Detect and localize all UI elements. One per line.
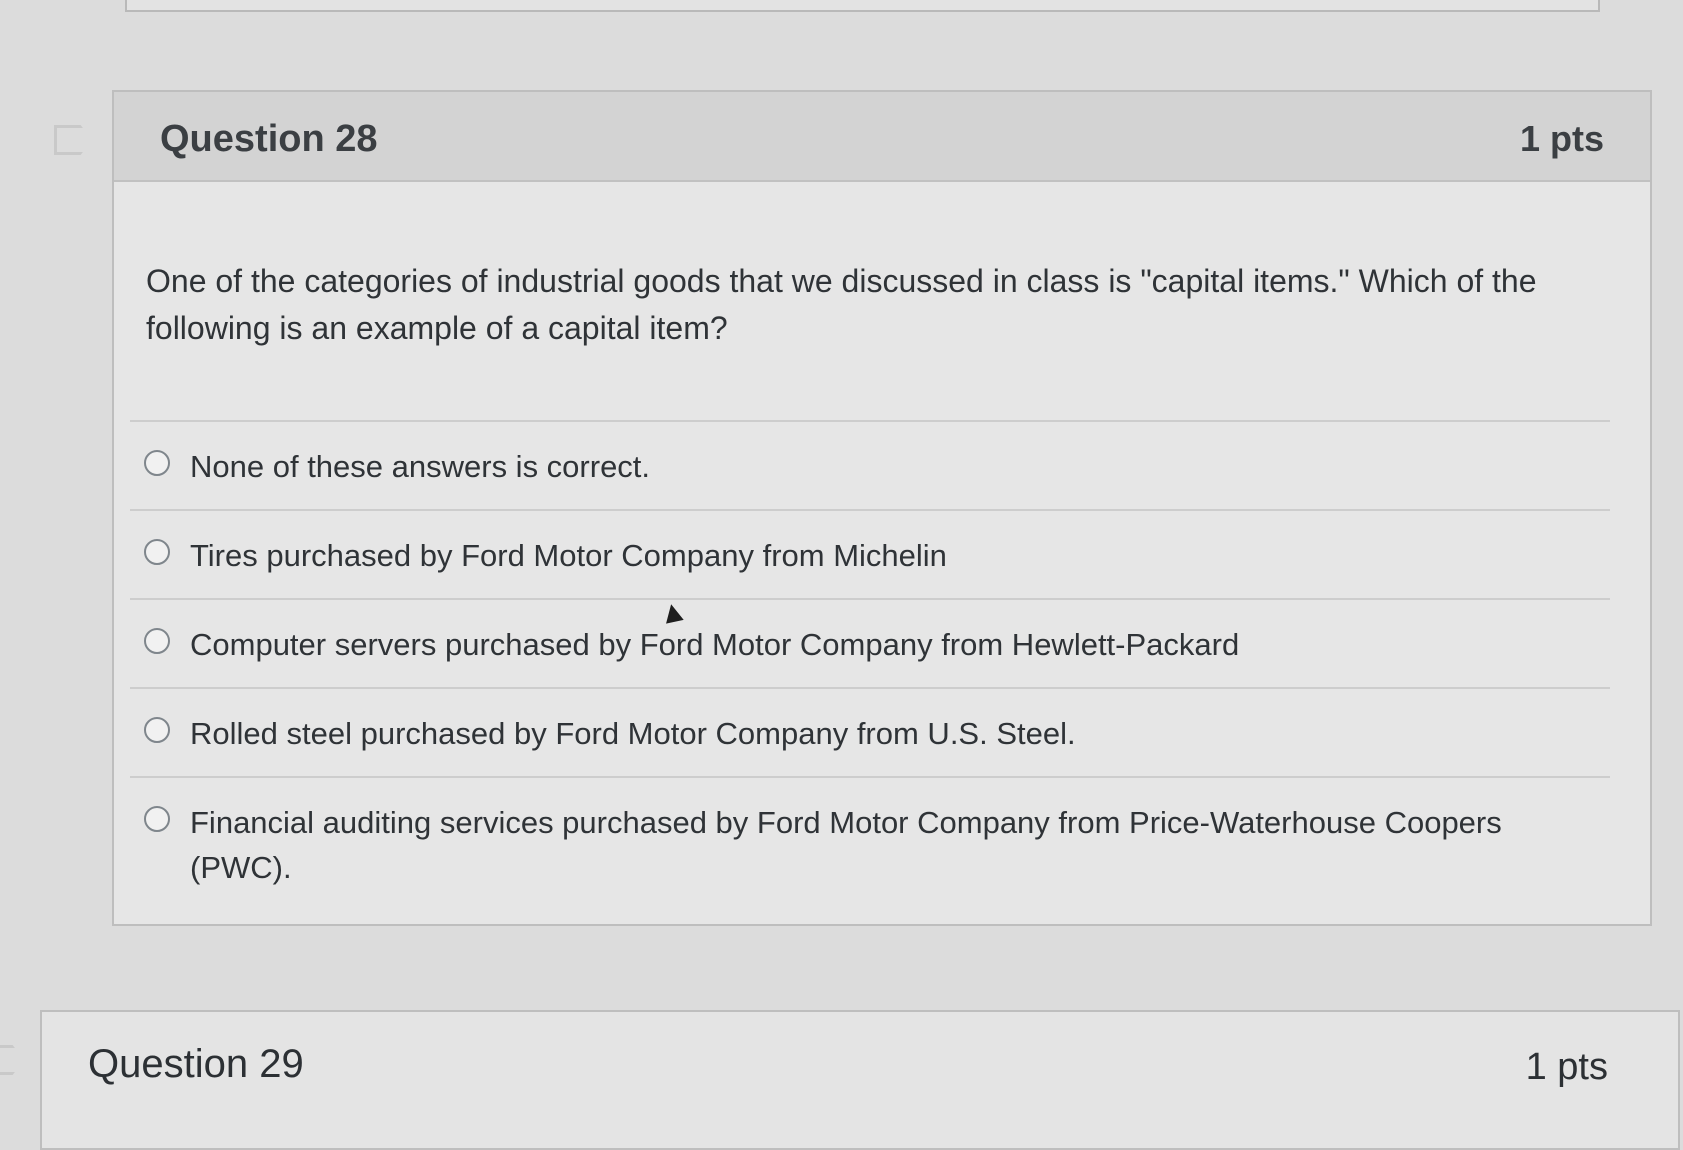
question-28-header: Question 28 1 pts [114, 92, 1650, 182]
question-28-title: Question 28 [160, 118, 378, 160]
answer-label: Rolled steel purchased by Ford Motor Com… [190, 716, 1076, 751]
flag-question-28-icon[interactable] [54, 125, 92, 155]
radio-button-icon[interactable] [144, 628, 170, 654]
question-28-text: One of the categories of industrial good… [146, 263, 1537, 346]
answer-list: None of these answers is correct. Tires … [130, 420, 1610, 910]
answer-option-5[interactable]: Financial auditing services purchased by… [130, 776, 1610, 910]
answer-label: Computer servers purchased by Ford Motor… [190, 627, 1240, 662]
answer-option-4[interactable]: Rolled steel purchased by Ford Motor Com… [130, 687, 1610, 776]
flag-question-29-icon[interactable] [0, 1045, 24, 1075]
radio-button-icon[interactable] [144, 717, 170, 743]
answer-label: None of these answers is correct. [190, 449, 651, 484]
mouse-pointer-icon [662, 602, 684, 624]
question-29-points: 1 pts [1525, 1046, 1608, 1088]
question-28-card: Question 28 1 pts One of the categories … [112, 90, 1652, 926]
answer-label: Financial auditing services purchased by… [190, 805, 1502, 885]
answer-option-3[interactable]: Computer servers purchased by Ford Motor… [130, 598, 1610, 687]
question-28-points: 1 pts [1519, 118, 1604, 159]
answer-option-2[interactable]: Tires purchased by Ford Motor Company fr… [130, 509, 1610, 598]
question-29-title: Question 29 [88, 1042, 304, 1086]
previous-question-card-bottom [125, 0, 1600, 12]
radio-button-icon[interactable] [144, 806, 170, 832]
question-29-card: Question 29 1 pts [40, 1010, 1680, 1150]
radio-button-icon[interactable] [144, 539, 170, 565]
answer-label: Tires purchased by Ford Motor Company fr… [190, 538, 947, 573]
answer-option-1[interactable]: None of these answers is correct. [130, 420, 1610, 509]
question-29-header: Question 29 1 pts [42, 1012, 1678, 1100]
radio-button-icon[interactable] [144, 450, 170, 476]
